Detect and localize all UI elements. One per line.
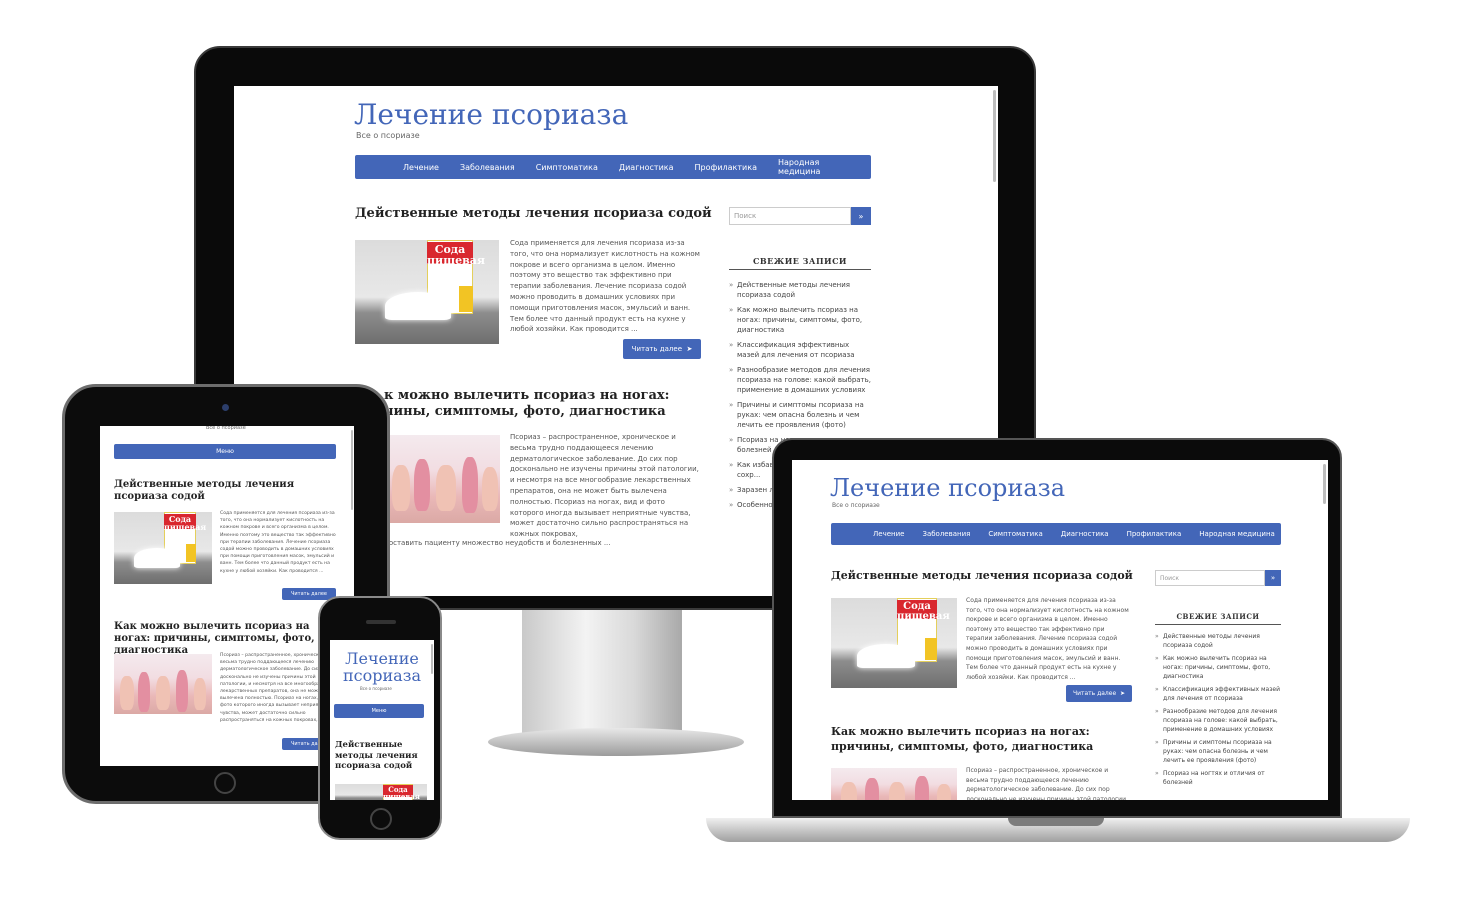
read-more-button[interactable]: Читать далее ➤ bbox=[623, 339, 701, 359]
phone-scrollbar[interactable] bbox=[431, 644, 433, 674]
post-excerpt-2-end: доставить пациенту множество неудобств и… bbox=[384, 539, 611, 547]
post-title-2[interactable]: к можно вылечить псориаз на ногах: чины,… bbox=[384, 388, 704, 420]
soda-label: Сода пищевая bbox=[427, 242, 486, 267]
tablet-post-thumbnail-2[interactable] bbox=[114, 654, 212, 714]
tablet-post-title[interactable]: Действенные методы лечения псориаза содо… bbox=[114, 479, 324, 503]
tablet-menu-button[interactable]: Меню bbox=[114, 444, 336, 459]
tablet-soda-label: Сода пищевая bbox=[164, 514, 207, 532]
tablet-tagline: Все о псориазе bbox=[206, 426, 246, 431]
phone-menu-label: Меню bbox=[371, 708, 387, 714]
laptop-recent-post-item[interactable]: Разнообразие методов для лечения псориаз… bbox=[1155, 707, 1281, 734]
laptop-recent-posts-list: Действенные методы лечения псориаза содо… bbox=[1155, 632, 1281, 791]
laptop-screen: Лечение псориаза Все о псориазе Лечение … bbox=[792, 460, 1328, 800]
tablet-menu-label: Меню bbox=[216, 448, 234, 455]
site-tagline: Все о псориазе bbox=[356, 131, 420, 140]
tablet-home-button bbox=[214, 772, 236, 794]
nav-item-diagnostika[interactable]: Диагностика bbox=[619, 163, 674, 172]
nav-item-profilaktika[interactable]: Профилактика bbox=[695, 163, 757, 172]
recent-post-item[interactable]: Разнообразие методов для лечения псориаз… bbox=[729, 365, 871, 395]
tablet-camera bbox=[222, 404, 229, 411]
phone-post-title[interactable]: Действенные методы лечения псориаза содо… bbox=[335, 740, 425, 772]
phone-screen: Лечение псориаза Все о псориазе Меню Дей… bbox=[330, 640, 434, 800]
nav-item-lechenie[interactable]: Лечение bbox=[403, 163, 439, 172]
post-thumbnail-2[interactable] bbox=[384, 435, 500, 523]
laptop-nav-item-profilaktika[interactable]: Профилактика bbox=[1127, 530, 1182, 538]
laptop-read-more-button[interactable]: Читать далее ➤ bbox=[1066, 685, 1132, 702]
phone-site-title[interactable]: Лечение псориаза bbox=[336, 650, 428, 684]
post-excerpt-2: Псориаз – распространенное, хроническое … bbox=[510, 433, 699, 539]
laptop-post-excerpt: Сода применяется для лечения псориаза из… bbox=[966, 597, 1129, 681]
search-input[interactable]: Поиск bbox=[729, 207, 851, 225]
phone-menu-button[interactable]: Меню bbox=[334, 704, 424, 718]
laptop-recent-post-item[interactable]: Действенные методы лечения псориаза содо… bbox=[1155, 632, 1281, 650]
post-title[interactable]: Действенные методы лечения псориаза содо… bbox=[355, 206, 715, 221]
laptop-nav-item-narodnaya[interactable]: Народная медицина bbox=[1199, 530, 1275, 538]
laptop-nav-item-diagnostika[interactable]: Диагностика bbox=[1061, 530, 1109, 538]
laptop-post-excerpt-2: Псориаз – распространенное, хроническое … bbox=[966, 767, 1128, 800]
phone-home-button bbox=[370, 808, 392, 830]
laptop-post-thumbnail[interactable]: Сода пищевая bbox=[831, 598, 957, 688]
recent-post-item[interactable]: Как можно вылечить псориаз на ногах: при… bbox=[729, 305, 871, 335]
recent-post-item[interactable]: Действенные методы лечения псориаза содо… bbox=[729, 280, 871, 300]
post-thumbnail[interactable]: Сода пищевая bbox=[355, 240, 499, 344]
laptop-notch bbox=[1008, 818, 1104, 826]
laptop-soda-label: Сода пищевая bbox=[897, 600, 950, 622]
laptop-recent-post-item[interactable]: Классификация эффективных мазей для лече… bbox=[1155, 685, 1281, 703]
laptop-tagline: Все о псориазе bbox=[832, 502, 880, 509]
laptop-post-thumbnail-2[interactable] bbox=[831, 768, 957, 800]
laptop-nav-item-lechenie[interactable]: Лечение bbox=[873, 530, 904, 538]
nav-item-narodnaya[interactable]: Народная медицина bbox=[778, 158, 850, 176]
site-title[interactable]: Лечение псориаза bbox=[354, 98, 628, 131]
recent-post-item[interactable]: Классификация эффективных мазей для лече… bbox=[729, 340, 871, 360]
laptop-post-title-2[interactable]: Как можно вылечить псориаз на ногах: при… bbox=[831, 724, 1121, 754]
laptop-search-button[interactable]: » bbox=[1265, 570, 1281, 586]
recent-post-item[interactable]: Причины и симптомы псориаза на руках: че… bbox=[729, 400, 871, 430]
phone-site-title-line2: псориаза bbox=[343, 666, 421, 685]
phone-post-thumbnail[interactable]: Сода пищевая bbox=[335, 784, 427, 800]
phone-site-title-line1: Лечение bbox=[345, 649, 419, 668]
read-more-label: Читать далее bbox=[631, 345, 683, 353]
tablet-post-excerpt: Сода применяется для лечения псориаза из… bbox=[220, 511, 336, 574]
laptop-nav-item-simptomatika[interactable]: Симптоматика bbox=[988, 530, 1042, 538]
laptop-search-input[interactable]: Поиск bbox=[1155, 570, 1265, 586]
laptop-recent-post-item[interactable]: Причины и симптомы псориаза на руках: че… bbox=[1155, 738, 1281, 765]
monitor-stand-base bbox=[488, 728, 744, 756]
search-button[interactable]: » bbox=[851, 207, 871, 225]
tablet-scrollbar[interactable] bbox=[351, 430, 353, 510]
laptop-post-title[interactable]: Действенные методы лечения псориаза содо… bbox=[831, 569, 1141, 582]
laptop-site-title[interactable]: Лечение псориаза bbox=[830, 474, 1065, 502]
laptop-scrollbar[interactable] bbox=[1323, 464, 1326, 504]
laptop-read-more-label: Читать далее bbox=[1072, 690, 1117, 697]
laptop-recent-post-item[interactable]: Псориаз на ногтях и отличия от болезней bbox=[1155, 769, 1281, 787]
laptop-recent-posts-title: СВЕЖИЕ ЗАПИСИ bbox=[1155, 612, 1281, 625]
phone-soda-label: Сода пищевая bbox=[383, 785, 420, 800]
phone-tagline: Все о псориазе bbox=[360, 686, 392, 691]
nav-item-zabolevaniya[interactable]: Заболевания bbox=[460, 163, 515, 172]
phone-speaker bbox=[366, 620, 396, 624]
scrollbar[interactable] bbox=[993, 90, 996, 182]
nav-item-simptomatika[interactable]: Симптоматика bbox=[536, 163, 598, 172]
laptop-main-nav: Лечение Заболевания Симптоматика Диагнос… bbox=[831, 523, 1281, 545]
laptop-nav-item-zabolevaniya[interactable]: Заболевания bbox=[922, 530, 970, 538]
tablet-screen: Все о псориазе Меню Действенные методы л… bbox=[100, 426, 354, 766]
post-excerpt: Сода применяется для лечения псориаза из… bbox=[510, 239, 700, 334]
main-nav: Лечение Заболевания Симптоматика Диагнос… bbox=[355, 155, 871, 179]
recent-posts-title: СВЕЖИЕ ЗАПИСИ bbox=[729, 256, 871, 270]
laptop-recent-post-item[interactable]: Как можно вылечить псориаз на ногах: при… bbox=[1155, 654, 1281, 681]
tablet-post-thumbnail[interactable]: Сода пищевая bbox=[114, 512, 212, 584]
